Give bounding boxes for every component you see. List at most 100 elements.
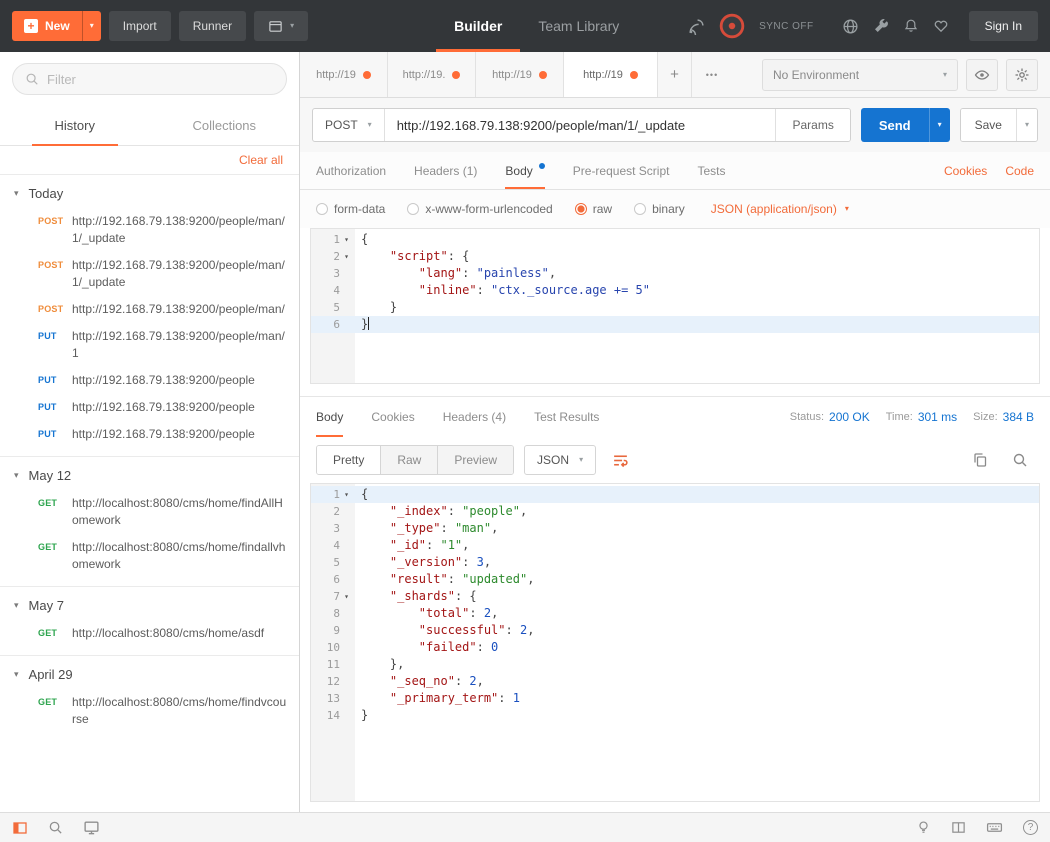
new-dropdown-caret[interactable]: ▾ (82, 11, 101, 41)
request-body-editor[interactable]: 1▾{2▾ "script": {3 "lang": "painless",4 … (310, 228, 1040, 384)
body-mode-label: raw (593, 202, 612, 216)
body-mode-raw[interactable]: raw (575, 202, 612, 216)
url-input[interactable] (385, 109, 776, 141)
fold-arrow-icon: ▾ (340, 231, 353, 248)
globe-icon[interactable] (842, 18, 859, 35)
history-item[interactable]: POSThttp://192.168.79.138:9200/people/ma… (0, 252, 299, 296)
history-group: ▾TodayPOSThttp://192.168.79.138:9200/peo… (0, 174, 299, 456)
history-item-method: POST (38, 213, 68, 247)
cookies-link[interactable]: Cookies (944, 164, 987, 178)
tab-label: Test Results (534, 410, 599, 424)
method-select[interactable]: POST ▾ (313, 109, 385, 141)
capture-requests-icon[interactable] (688, 18, 705, 35)
view-tab-preview[interactable]: Preview (437, 446, 513, 474)
response-tab-test-results[interactable]: Test Results (534, 397, 599, 437)
save-dropdown-caret[interactable]: ▾ (1016, 109, 1037, 141)
filter-input[interactable] (47, 72, 274, 87)
keyboard-shortcuts-icon[interactable] (986, 819, 1003, 836)
params-button[interactable]: Params (775, 109, 849, 141)
new-window-button[interactable]: ▾ (254, 11, 308, 41)
response-tabs: Body Cookies Headers (4) Test Results (316, 397, 599, 437)
request-tab-headers-[interactable]: Headers (1) (414, 152, 477, 189)
history-item[interactable]: GEThttp://localhost:8080/cms/home/findAl… (0, 490, 299, 534)
content-type-select[interactable]: JSON (application/json) ▾ (711, 202, 849, 216)
response-format-select[interactable]: JSON ▾ (524, 445, 596, 475)
body-mode-form-data[interactable]: form-data (316, 202, 385, 216)
environment-settings-button[interactable] (1006, 59, 1038, 91)
request-tab-body[interactable]: Body (505, 152, 544, 189)
response-tab-headers-[interactable]: Headers (4) (443, 397, 506, 437)
body-mode-x-www-form-urlencoded[interactable]: x-www-form-urlencoded (407, 202, 552, 216)
sign-in-button[interactable]: Sign In (969, 11, 1038, 41)
nav-tab-builder[interactable]: Builder (436, 0, 520, 52)
request-tab[interactable]: http://19 (476, 52, 564, 97)
bulb-icon[interactable] (916, 820, 931, 835)
request-tab[interactable]: http://19. (388, 52, 476, 97)
clear-all-link[interactable]: Clear all (239, 153, 283, 167)
history-item[interactable]: GEThttp://localhost:8080/cms/home/findal… (0, 534, 299, 578)
copy-icon[interactable] (966, 446, 994, 474)
request-tab-authorization[interactable]: Authorization (316, 152, 386, 189)
history-group-header[interactable]: ▾May 7 (0, 587, 299, 620)
history-group-date: Today (29, 186, 64, 201)
code-link[interactable]: Code (1005, 164, 1034, 178)
help-icon[interactable]: ? (1023, 820, 1038, 835)
history-item[interactable]: POSThttp://192.168.79.138:9200/people/ma… (0, 208, 299, 252)
search-response-icon[interactable] (1006, 446, 1034, 474)
save-button[interactable]: Save (961, 109, 1016, 141)
wrench-icon[interactable] (873, 18, 889, 34)
line-number: 2 (333, 248, 340, 265)
history-item[interactable]: GEThttp://localhost:8080/cms/home/findvc… (0, 689, 299, 733)
view-tab-pretty[interactable]: Pretty (317, 446, 380, 474)
history-item[interactable]: PUThttp://192.168.79.138:9200/people (0, 367, 299, 394)
history-group-header[interactable]: ▾April 29 (0, 656, 299, 689)
sync-status-icon[interactable] (719, 13, 745, 39)
history-group-header[interactable]: ▾May 12 (0, 457, 299, 490)
body-mode-binary[interactable]: binary (634, 202, 685, 216)
add-tab-button[interactable]: + (658, 52, 692, 97)
history-item[interactable]: PUThttp://192.168.79.138:9200/people (0, 394, 299, 421)
more-tabs-button[interactable]: ••• (692, 52, 732, 97)
environment-quicklook-button[interactable] (966, 59, 998, 91)
tab-history-label: History (55, 118, 95, 133)
history-group-header[interactable]: ▾Today (0, 175, 299, 208)
fold-arrow-icon: ▾ (340, 486, 353, 503)
tab-history[interactable]: History (0, 106, 150, 145)
request-tab[interactable]: http://19 (300, 52, 388, 97)
request-tab-tests[interactable]: Tests (697, 152, 725, 189)
line-number: 1 (333, 486, 340, 503)
history-item-url: http://localhost:8080/cms/home/findallvh… (72, 539, 287, 573)
heart-icon[interactable] (933, 18, 949, 34)
console-icon[interactable] (83, 819, 100, 836)
new-button[interactable]: + New ▾ (12, 11, 101, 41)
history-item[interactable]: PUThttp://192.168.79.138:9200/people (0, 421, 299, 448)
request-tab-pre-request-script[interactable]: Pre-request Script (573, 152, 670, 189)
send-dropdown-caret[interactable]: ▾ (929, 108, 950, 142)
environment-select[interactable]: No Environment ▾ (762, 59, 958, 91)
code-line: 4 "_id": "1", (311, 537, 1039, 554)
line-number: 3 (333, 265, 340, 282)
two-pane-layout-icon[interactable] (951, 820, 966, 835)
response-tab-cookies[interactable]: Cookies (371, 397, 414, 437)
filter-box[interactable] (12, 63, 287, 95)
bell-icon[interactable] (903, 18, 919, 34)
response-body-viewer: 1▾{2 "_index": "people",3 "_type": "man"… (310, 483, 1040, 802)
runner-button[interactable]: Runner (179, 11, 246, 41)
global-search-icon[interactable] (48, 820, 63, 835)
modified-dot-icon (363, 71, 371, 79)
nav-tab-team-library[interactable]: Team Library (520, 0, 637, 52)
view-tab-raw[interactable]: Raw (380, 446, 437, 474)
send-button[interactable]: Send (861, 108, 929, 142)
history-item[interactable]: POSThttp://192.168.79.138:9200/people/ma… (0, 296, 299, 323)
request-section-tabs-row: Authorization Headers (1) Body Pre-request … (300, 152, 1050, 190)
response-tab-body[interactable]: Body (316, 397, 343, 437)
history-item[interactable]: GEThttp://localhost:8080/cms/home/asdf (0, 620, 299, 647)
request-tab[interactable]: http://19 (564, 52, 658, 97)
tab-collections[interactable]: Collections (150, 106, 300, 145)
line-number: 8 (333, 605, 340, 622)
toggle-sidebar-icon[interactable] (12, 820, 28, 836)
import-button[interactable]: Import (109, 11, 171, 41)
history-item[interactable]: PUThttp://192.168.79.138:9200/people/man… (0, 323, 299, 367)
history-item-url: http://localhost:8080/cms/home/findAllHo… (72, 495, 287, 529)
wrap-text-icon[interactable] (606, 446, 634, 474)
